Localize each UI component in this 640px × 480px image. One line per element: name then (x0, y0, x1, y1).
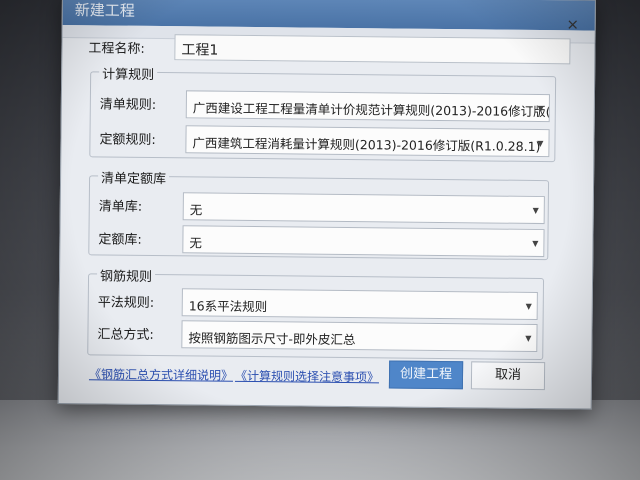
rebar-rules-title: 钢筋规则 (96, 265, 156, 285)
list-lib-label: 清单库: (98, 199, 143, 215)
quota-lib-label: 定额库: (98, 232, 142, 248)
project-name-label: 工程名称: (88, 41, 145, 57)
summary-label: 汇总方式: (97, 327, 154, 343)
summary-select[interactable]: 按照钢筋图示尺寸-即外皮汇总 ▼ (181, 320, 538, 352)
quota-lib-select[interactable]: 无 ▼ (182, 225, 545, 258)
chevron-down-icon: ▼ (537, 138, 544, 149)
chevron-down-icon: ▼ (532, 205, 539, 216)
list-lib-value: 无 (189, 202, 203, 218)
desk-background (0, 400, 640, 480)
close-icon[interactable]: × (565, 15, 581, 33)
create-project-button[interactable]: 创建工程 (388, 360, 464, 390)
list-rule-label: 清单规则: (99, 97, 157, 113)
calc-rule-notes-link[interactable]: 《计算规则选择注意事项》 (235, 367, 379, 386)
chevron-down-icon: ▼ (532, 238, 539, 249)
quota-rule-label: 定额规则: (99, 132, 156, 148)
rebar-summary-help-link[interactable]: 《钢筋汇总方式详细说明》 (89, 365, 233, 384)
quota-rule-value: 广西建筑工程消耗量计算规则(2013)-2016修订版(R1.0.28.1) (192, 135, 541, 155)
list-rule-select[interactable]: 广西建设工程工程量清单计价规范计算规则(2013)-2016修订版(R1. ▼ (185, 90, 550, 123)
calc-rules-title: 计算规则 (99, 63, 158, 84)
flat-rule-value: 16系平法规则 (188, 298, 268, 315)
new-project-dialog: 新建工程 × 工程名称: 工程1 计算规则 清单规则: 广西建设工程工程量清单计… (57, 0, 596, 410)
flat-rule-label: 平法规则: (97, 295, 155, 311)
quota-lib-value: 无 (189, 235, 202, 251)
list-lib-select[interactable]: 无 ▼ (182, 192, 545, 225)
quota-library-title: 清单定额库 (97, 167, 170, 188)
chevron-down-icon: ▼ (525, 333, 532, 343)
summary-value: 按照钢筋图示尺寸-即外皮汇总 (188, 330, 356, 348)
flat-rule-select[interactable]: 16系平法规则 ▼ (181, 288, 538, 320)
cancel-button[interactable]: 取消 (470, 361, 546, 391)
quota-rule-select[interactable]: 广西建筑工程消耗量计算规则(2013)-2016修订版(R1.0.28.1) ▼ (185, 125, 550, 158)
project-name-input[interactable]: 工程1 (174, 34, 571, 65)
dialog-title: 新建工程 (74, 1, 135, 20)
list-rule-value: 广西建设工程工程量清单计价规范计算规则(2013)-2016修订版(R1. (192, 100, 550, 120)
chevron-down-icon: ▼ (537, 103, 544, 114)
chevron-down-icon: ▼ (525, 301, 532, 311)
